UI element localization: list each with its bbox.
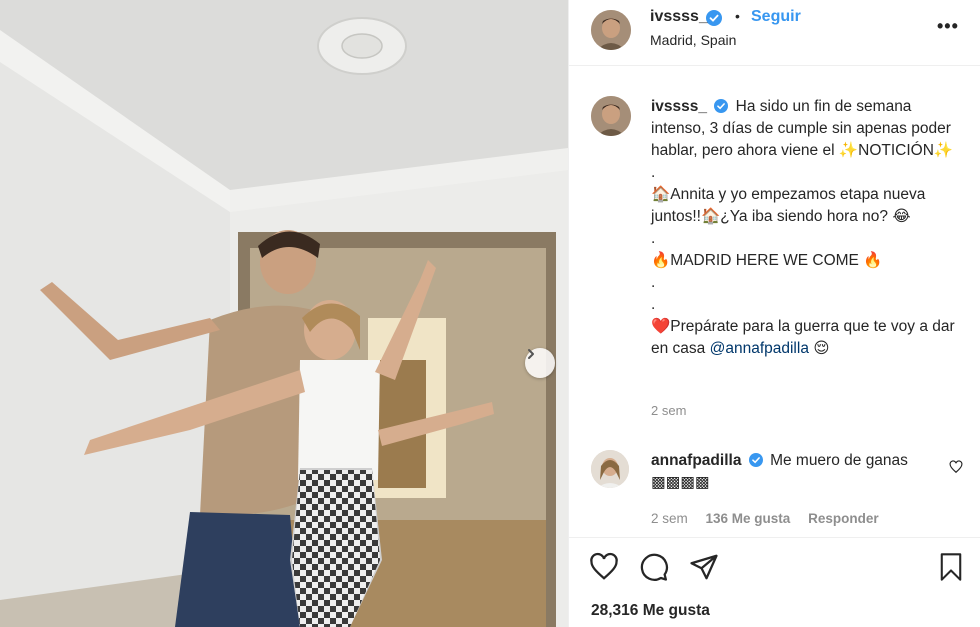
caption-last-line: ❤️Prepárate para la guerra que te voy a … xyxy=(651,316,969,360)
caption-dot: . xyxy=(651,164,656,181)
action-bar: 28,316 Me gusta xyxy=(569,537,980,627)
caption-username[interactable]: ivssss_ xyxy=(651,98,707,115)
comment-meta: 2 sem 136 Me gusta Responder xyxy=(651,511,893,526)
heart-icon[interactable] xyxy=(589,552,619,582)
heart-icon[interactable] xyxy=(949,460,963,474)
separator-dot: • xyxy=(735,8,740,24)
follow-button[interactable]: Seguir xyxy=(751,8,801,26)
likes-count[interactable]: 28,316 Me gusta xyxy=(591,602,710,620)
verified-badge-icon xyxy=(706,10,722,26)
caption-dot: . xyxy=(651,296,656,313)
more-options-button[interactable]: ••• xyxy=(937,16,959,37)
caption-end-emoji: 😌 xyxy=(813,340,830,357)
comment-likes[interactable]: 136 Me gusta xyxy=(706,511,791,526)
bookmark-icon[interactable] xyxy=(937,552,965,582)
chevron-right-icon xyxy=(528,349,534,359)
photo-illustration xyxy=(0,0,568,627)
post-location[interactable]: Madrid, Spain xyxy=(650,32,736,48)
post-side-panel: ivssss_ • Seguir Madrid, Spain ••• ivsss… xyxy=(568,0,980,627)
verified-badge-icon xyxy=(748,453,763,467)
share-icon[interactable] xyxy=(689,552,719,582)
caption-dot: . xyxy=(651,274,656,291)
caption-dot: . xyxy=(651,230,656,247)
caption-text: 🔥MADRID HERE WE COME 🔥 xyxy=(651,252,883,269)
caption-author-avatar[interactable] xyxy=(591,96,631,136)
caption-avatar-image xyxy=(591,96,631,136)
verified-badge-icon xyxy=(714,99,729,113)
author-username[interactable]: ivssss_ xyxy=(650,8,708,26)
author-avatar-image xyxy=(591,10,631,50)
commenter-avatar[interactable] xyxy=(591,450,629,488)
post-photo[interactable] xyxy=(0,0,568,627)
next-photo-button[interactable] xyxy=(525,348,555,378)
author-avatar[interactable] xyxy=(591,10,631,50)
comment-timestamp[interactable]: 2 sem xyxy=(651,511,688,526)
comment-username[interactable]: annafpadilla xyxy=(651,452,741,469)
caption-mention[interactable]: @annafpadilla xyxy=(710,340,809,357)
caption-text: 🏠Annita y yo empezamos etapa nueva junto… xyxy=(651,186,926,225)
comment: annafpadilla Me muero de ganas ▩▩▩▩ xyxy=(651,450,931,494)
caption-timestamp[interactable]: 2 sem xyxy=(651,403,686,418)
post-header: ivssss_ • Seguir Madrid, Spain ••• xyxy=(569,0,980,66)
reply-button[interactable]: Responder xyxy=(808,511,879,526)
caption-line-1: ivssss_ Ha sido un fin de semana intenso… xyxy=(651,96,969,162)
post-caption: ivssss_ Ha sido un fin de semana intenso… xyxy=(651,96,969,360)
commenter-avatar-image xyxy=(591,450,629,488)
comment-icon[interactable] xyxy=(639,552,669,582)
